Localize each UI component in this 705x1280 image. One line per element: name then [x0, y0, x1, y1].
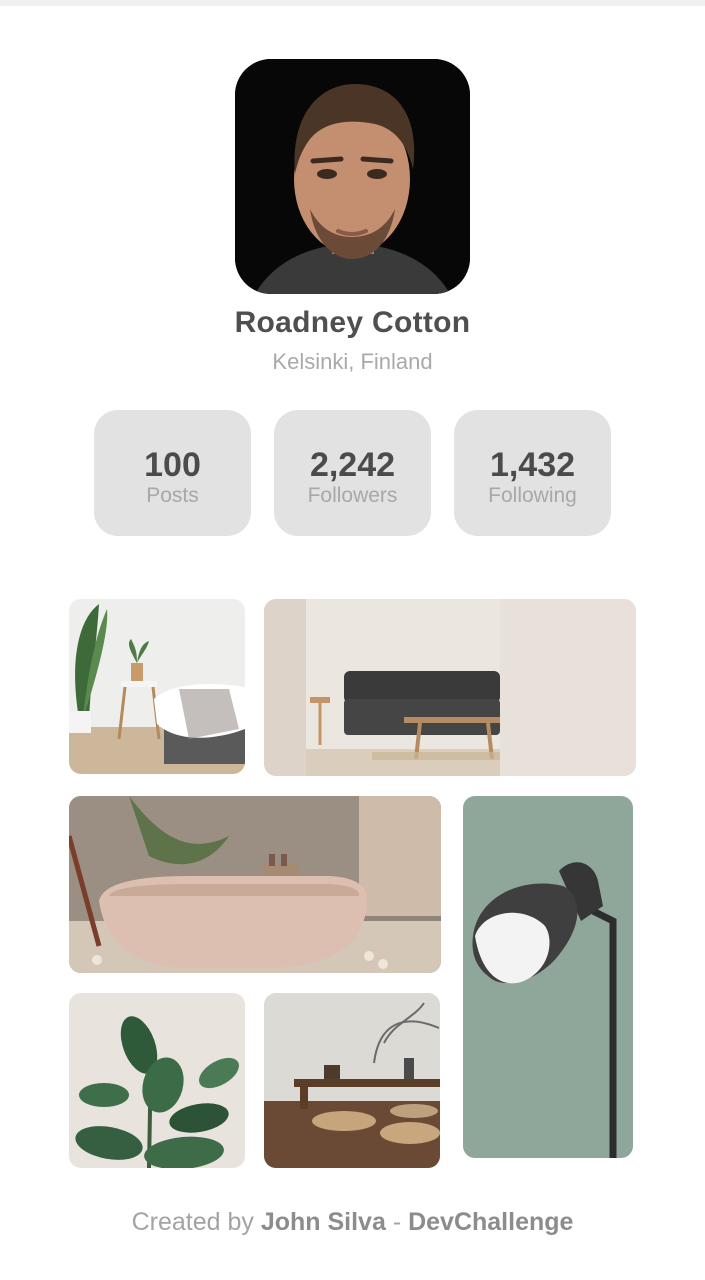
profile-name: Roadney Cotton	[234, 306, 471, 339]
gallery-photo-bedroom[interactable]	[69, 599, 245, 774]
profile-location: Kelsinki, Finland	[272, 349, 433, 374]
footer-separator: -	[392, 1208, 402, 1236]
footer-prefix: Created by	[131, 1208, 254, 1236]
stat-posts-label: Posts	[146, 484, 199, 507]
stat-posts-value: 100	[144, 446, 201, 484]
gallery-photo-bathtub[interactable]	[69, 796, 441, 973]
stat-following-value: 1,432	[489, 446, 576, 484]
avatar[interactable]	[235, 59, 470, 294]
stat-following[interactable]: 1,432 Following	[454, 410, 611, 536]
footer-brand[interactable]: DevChallenge	[408, 1208, 573, 1236]
footer-author[interactable]: John Silva	[261, 1208, 386, 1236]
footer-credit: Created by John Silva - DevChallenge	[0, 1208, 705, 1237]
stat-followers-value: 2,242	[309, 446, 396, 484]
gallery-photo-plant[interactable]	[69, 993, 245, 1168]
gallery-photo-table-cushions[interactable]	[264, 993, 440, 1168]
gallery-photo-floor-lamp[interactable]	[463, 796, 633, 1158]
gallery-photo-living-room[interactable]	[264, 599, 636, 776]
top-status-strip	[0, 0, 705, 6]
stat-posts[interactable]: 100 Posts	[94, 410, 251, 536]
stat-followers[interactable]: 2,242 Followers	[274, 410, 431, 536]
stat-following-label: Following	[488, 484, 577, 507]
stat-followers-label: Followers	[307, 484, 398, 507]
